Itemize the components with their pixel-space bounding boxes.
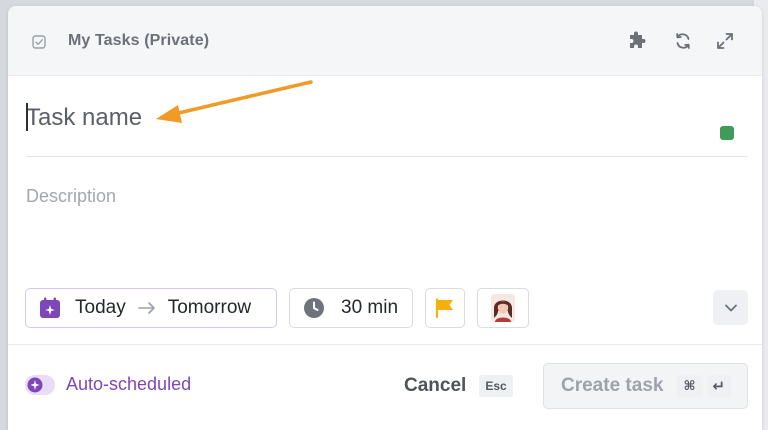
more-options-button[interactable] <box>713 290 748 325</box>
divider <box>8 344 762 345</box>
enter-key-badge: ↵ <box>706 375 732 397</box>
create-task-button[interactable]: Create task ⌘ ↵ <box>543 363 748 409</box>
avatar <box>491 294 515 322</box>
modal-header: My Tasks (Private) <box>8 6 762 76</box>
cancel-button[interactable]: Cancel Esc <box>404 372 513 400</box>
cancel-label: Cancel <box>404 375 467 396</box>
create-task-label: Create task <box>561 375 664 396</box>
divider <box>26 156 748 157</box>
flag-icon <box>434 297 456 319</box>
puzzle-icon[interactable] <box>626 30 648 52</box>
workspace-title[interactable]: My Tasks (Private) <box>68 32 209 50</box>
duration-label: 30 min <box>341 297 399 318</box>
clock-icon <box>303 297 325 319</box>
checkbox-icon <box>32 35 46 49</box>
description-input[interactable] <box>26 186 726 246</box>
task-color-swatch[interactable] <box>720 126 734 140</box>
date-range-button[interactable]: Today Tomorrow <box>25 288 277 328</box>
start-date-label: Today <box>75 297 126 318</box>
arrow-right-icon <box>137 301 156 315</box>
sync-icon[interactable] <box>672 30 694 52</box>
expand-icon[interactable] <box>714 30 736 52</box>
duration-button[interactable]: 30 min <box>289 288 413 328</box>
auto-scheduled-toggle[interactable]: Auto-scheduled <box>25 374 191 395</box>
end-date-label: Tomorrow <box>167 297 252 318</box>
toggle-icon <box>25 374 55 395</box>
priority-button[interactable] <box>425 288 465 328</box>
calendar-sparkle-icon <box>39 297 61 319</box>
text-caret <box>26 103 28 131</box>
chevron-down-icon <box>724 303 738 313</box>
auto-scheduled-label: Auto-scheduled <box>66 374 192 394</box>
task-name-input[interactable] <box>26 98 586 138</box>
create-task-modal: My Tasks (Private) Task name Description… <box>8 6 762 430</box>
command-key-badge: ⌘ <box>677 375 702 397</box>
assignee-button[interactable] <box>477 288 529 328</box>
esc-shortcut-badge: Esc <box>479 375 513 397</box>
